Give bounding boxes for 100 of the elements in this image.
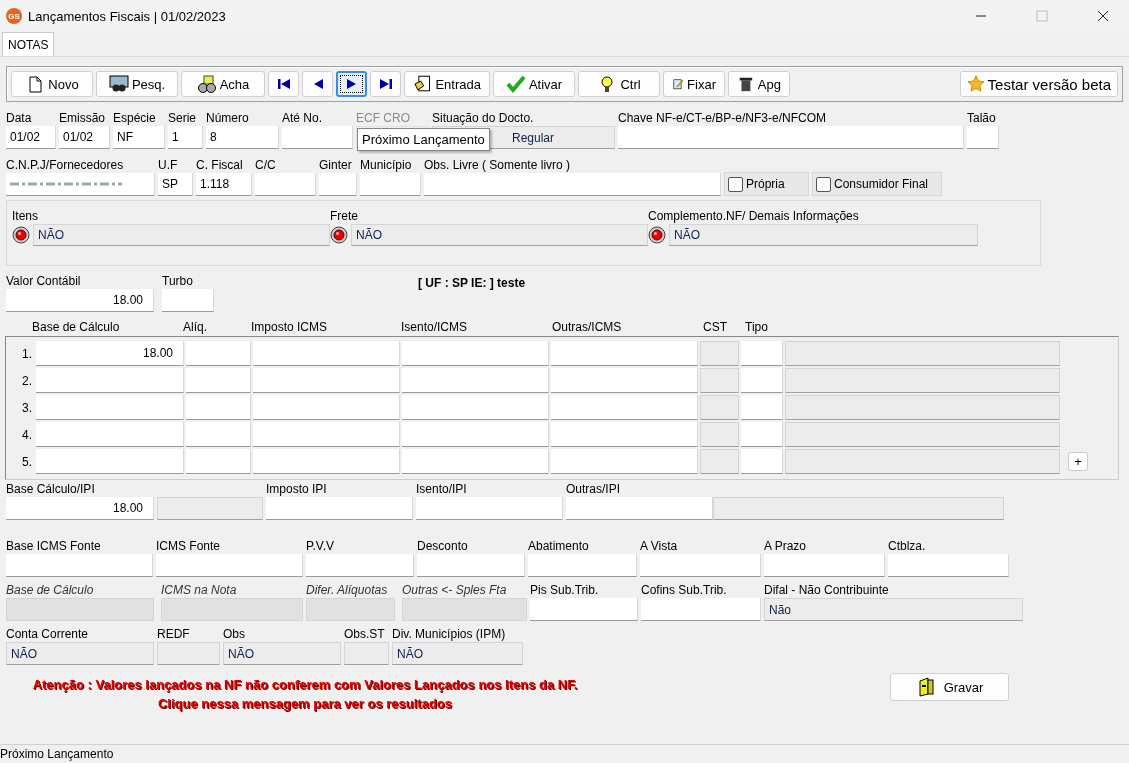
field-label: Obs: [223, 627, 245, 642]
input-field[interactable]: [360, 173, 421, 196]
input-field[interactable]: [253, 341, 400, 366]
checkbox-label: Própria: [746, 177, 785, 191]
input-field[interactable]: 18.00: [6, 289, 154, 312]
input-field[interactable]: 1.118: [196, 173, 252, 196]
navigation-button[interactable]: [268, 71, 299, 97]
warning-message[interactable]: Atenção : Valores lançados na NF não conferem com Valores Lançados nos Itens da NF. Clique nessa mensagem para ver os resultados: [10, 675, 600, 713]
input-field[interactable]: 01/02: [6, 126, 56, 149]
input-field[interactable]: [36, 422, 184, 447]
input-field[interactable]: [618, 126, 964, 149]
field-label: ICMS na Nota: [161, 583, 237, 598]
checkbox[interactable]: [728, 176, 743, 192]
input-field[interactable]: [36, 368, 184, 393]
input-field[interactable]: [764, 554, 885, 577]
readonly-field: [157, 642, 220, 665]
input-field[interactable]: [319, 173, 357, 196]
toolbar-button[interactable]: Entrada: [404, 71, 490, 97]
input-field[interactable]: 18.00: [6, 497, 154, 520]
input-field[interactable]: [551, 341, 698, 366]
input-field[interactable]: [640, 554, 761, 577]
toolbar-button[interactable]: Acha: [181, 71, 265, 97]
toolbar-button[interactable]: Novo: [11, 71, 93, 97]
input-field[interactable]: [741, 422, 783, 447]
input-field[interactable]: [186, 422, 251, 447]
input-field[interactable]: [253, 395, 400, 420]
input-field[interactable]: [6, 554, 153, 577]
add-row-button[interactable]: +: [1068, 452, 1088, 471]
input-field[interactable]: [967, 126, 999, 149]
input-field[interactable]: [424, 173, 721, 196]
toolbar-button[interactable]: Ativar: [493, 71, 575, 97]
maximize-icon[interactable]: [1036, 10, 1048, 22]
input-field[interactable]: [402, 395, 549, 420]
input-field[interactable]: [741, 449, 783, 474]
input-field[interactable]: [551, 368, 698, 393]
toolbar-button[interactable]: Fixar: [663, 71, 725, 97]
input-field[interactable]: [402, 341, 549, 366]
input-field[interactable]: [551, 395, 698, 420]
tooltip: Próximo Lançamento: [357, 128, 490, 151]
indicator-light-icon: [648, 226, 666, 244]
input-field[interactable]: [888, 554, 1009, 577]
input-field[interactable]: [417, 554, 525, 577]
input-field[interactable]: 1: [168, 126, 203, 149]
input-field[interactable]: 18.00: [36, 341, 184, 366]
input-field[interactable]: [530, 598, 638, 621]
navigation-button[interactable]: [336, 71, 367, 97]
input-field[interactable]: [306, 554, 414, 577]
input-field[interactable]: [253, 368, 400, 393]
toolbar-button[interactable]: Pesq.: [96, 71, 178, 97]
input-field[interactable]: [162, 289, 214, 312]
field-label: Div. Municípios (IPM): [392, 627, 506, 642]
input-field[interactable]: [156, 554, 303, 577]
input-field[interactable]: [186, 449, 251, 474]
field-label: ECF CRO: [356, 111, 410, 126]
input-field[interactable]: [282, 126, 353, 149]
input-field[interactable]: SP: [158, 173, 193, 196]
input-field[interactable]: [253, 422, 400, 447]
column-header: Tipo: [745, 320, 768, 334]
readonly-field: [700, 368, 739, 393]
input-field[interactable]: [186, 368, 251, 393]
indicator-light-icon: [330, 226, 348, 244]
input-field[interactable]: [416, 497, 563, 520]
input-field[interactable]: 8: [206, 126, 279, 149]
field-label: Talão: [967, 111, 996, 126]
field-label: Desconto: [417, 539, 468, 554]
input-field[interactable]: [741, 395, 783, 420]
input-field[interactable]: [255, 173, 316, 196]
close-icon[interactable]: [1097, 10, 1109, 22]
input-field[interactable]: [741, 341, 783, 366]
tab[interactable]: NOTAS: [2, 32, 55, 56]
input-field[interactable]: [402, 422, 549, 447]
input-field[interactable]: 01/02: [59, 126, 110, 149]
input-field[interactable]: [551, 449, 698, 474]
input-field[interactable]: [402, 449, 549, 474]
input-field[interactable]: [741, 368, 783, 393]
navigation-button[interactable]: [302, 71, 333, 97]
save-button[interactable]: Gravar: [890, 673, 1009, 701]
input-field[interactable]: NF: [113, 126, 165, 149]
input-field[interactable]: [36, 449, 184, 474]
input-field[interactable]: [402, 368, 549, 393]
input-field[interactable]: [186, 395, 251, 420]
input-field[interactable]: [253, 449, 400, 474]
input-field[interactable]: [186, 341, 251, 366]
input-field[interactable]: [566, 497, 713, 520]
field-label: A Vista: [640, 539, 678, 554]
checkbox[interactable]: [816, 176, 831, 192]
toolbar-button[interactable]: Apg: [728, 71, 790, 97]
navigation-button[interactable]: [370, 71, 401, 97]
input-field[interactable]: [36, 395, 184, 420]
beta-button[interactable]: Testar versão beta: [959, 71, 1118, 97]
input-field[interactable]: [266, 497, 413, 520]
field-label: ICMS Fonte: [156, 539, 221, 554]
field-label: C. Fiscal: [196, 158, 243, 173]
readonly-field: [700, 395, 739, 420]
registration-note: [ UF : SP IE: ] teste: [418, 276, 527, 290]
toolbar-button[interactable]: Ctrl: [578, 71, 660, 97]
input-field[interactable]: [528, 554, 637, 577]
field-label: Base de Cálculo: [6, 583, 94, 598]
input-field[interactable]: [551, 422, 698, 447]
input-field[interactable]: [641, 598, 761, 621]
